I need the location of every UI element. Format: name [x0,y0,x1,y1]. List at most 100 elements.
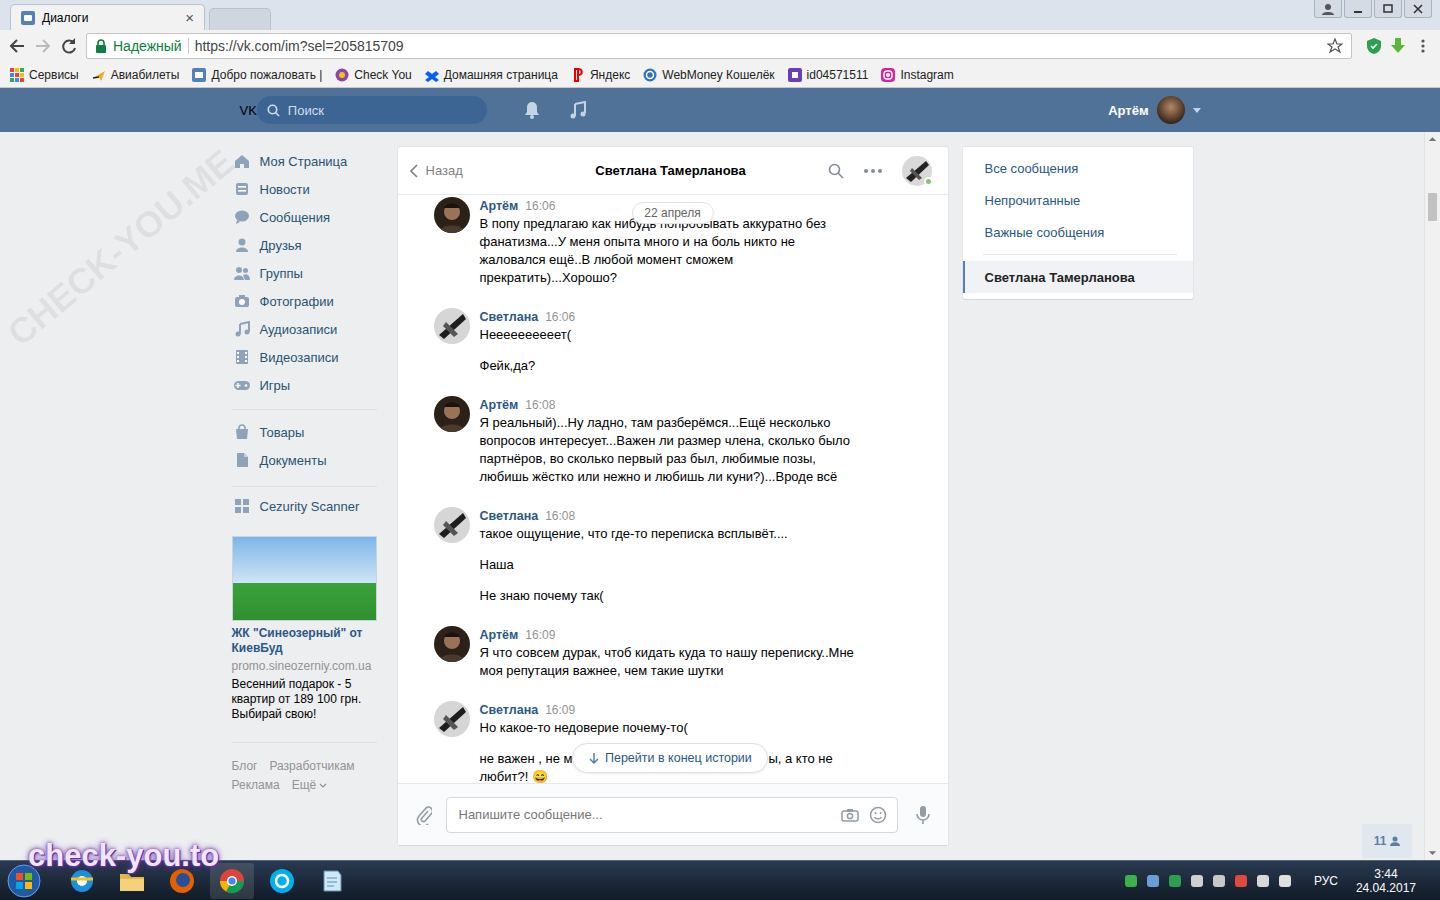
music-icon[interactable] [570,101,586,119]
address-bar[interactable]: Надежныйhttps://vk.com/im?sel=205815709 [86,33,1352,59]
message-author[interactable]: Артём [480,197,519,215]
nav-item[interactable]: Видеозаписи [232,343,382,371]
close-icon[interactable] [1404,0,1432,18]
footer-link[interactable]: Разработчикам [269,757,354,776]
star-icon[interactable] [1327,38,1343,54]
more-icon[interactable] [864,169,882,173]
tray-app-icon[interactable] [1234,874,1248,888]
bookmark[interactable]: Check You [335,68,411,82]
bookmark[interactable]: Добро пожаловать | [192,68,322,82]
user-menu[interactable]: Артём [1108,96,1200,124]
bookmark[interactable]: Яндекс [571,68,630,82]
search-icon[interactable] [828,163,844,179]
tray-app-icon[interactable] [1168,874,1182,888]
peer-avatar[interactable] [902,156,932,186]
browser-tab[interactable]: Диалоги× [10,4,205,30]
message-avatar[interactable] [434,396,470,432]
attach-icon[interactable] [416,805,432,825]
camera-icon[interactable] [841,808,859,822]
microphone-icon[interactable] [916,805,930,825]
bookmark[interactable]: Instagram [881,68,953,82]
nav-item[interactable]: Товары [232,418,382,446]
scroll-thumb[interactable] [1428,193,1437,221]
icon-shape [336,68,349,81]
reload-icon[interactable] [60,37,78,55]
nav-item[interactable]: Группы [232,259,382,287]
filter-item[interactable]: Светлана Тамерланова [963,261,1193,293]
message-avatar[interactable] [434,626,470,662]
footer-link[interactable]: Реклама [232,776,280,795]
search-box[interactable] [257,96,487,124]
vk-logo[interactable]: VK [240,103,257,118]
page-scrollbar[interactable] [1424,132,1440,860]
clock[interactable]: 3:4424.04.2017 [1356,867,1430,895]
bookmark[interactable]: id04571511 [788,68,869,82]
filter-item[interactable]: Важные сообщения [963,216,1193,248]
bookmark[interactable]: Домашняя страница [425,68,558,82]
message-author[interactable]: Светлана [480,507,539,525]
download-icon[interactable] [1390,37,1406,55]
message-avatar[interactable] [434,308,470,344]
nav-item[interactable]: Фотографии [232,287,382,315]
message-avatar[interactable] [434,197,470,233]
smile-icon[interactable] [869,806,887,824]
skype-icon[interactable] [260,863,304,899]
explorer-folder-icon[interactable] [110,863,154,899]
message-field[interactable] [446,797,898,833]
shield-icon[interactable] [1366,37,1382,55]
start-icon[interactable] [6,863,42,899]
message-avatar[interactable] [434,701,470,737]
forward-icon[interactable] [34,37,52,55]
icon-shape [444,403,460,408]
bell-icon[interactable] [524,101,540,119]
footer-link[interactable]: Блог [232,757,258,776]
maximize-icon[interactable] [1374,0,1402,18]
search-input[interactable] [286,102,477,119]
nav-item[interactable]: Игры [232,371,382,399]
bookmark[interactable]: WebMoney Кошелёк [643,68,774,82]
tray-app-icon[interactable] [1146,874,1160,888]
message-author[interactable]: Светлана [480,308,539,326]
filter-item[interactable]: Все сообщения [963,152,1193,184]
message-author[interactable]: Артём [480,396,519,414]
firefox-icon[interactable] [160,863,204,899]
profile-icon[interactable] [1314,0,1342,18]
message-author[interactable]: Артём [480,626,519,644]
chat-title[interactable]: Светлана Тамерланова [530,163,812,178]
message-input[interactable] [457,806,831,823]
footer-link[interactable]: Ещё [292,776,328,795]
ad-block[interactable]: ЖК "Синеозерный" от КиевБудpromo.sineoze… [232,536,382,722]
tab-close-button[interactable]: × [185,9,194,26]
tray-app-icon[interactable] [1190,874,1204,888]
notepad-icon[interactable] [310,863,354,899]
message-avatar[interactable] [434,507,470,543]
bookmark[interactable]: Сервисы [10,68,79,82]
message-time: 16:09 [545,701,575,719]
filter-item[interactable]: Непрочитанные [963,184,1193,216]
nav-item[interactable]: Моя Страница [232,147,382,175]
tray-app-icon[interactable] [1124,874,1138,888]
language-indicator[interactable]: РУС [1314,874,1338,888]
minimize-icon[interactable] [1344,0,1372,18]
message-author[interactable]: Светлана [480,701,539,719]
menu-icon[interactable] [1420,38,1426,54]
nav-item[interactable]: Аудиозаписи [232,315,382,343]
nav-item[interactable]: Сообщения [232,203,382,231]
nav-item[interactable]: Cezurity Scanner [232,492,382,520]
back-icon[interactable] [8,37,26,55]
jump-to-end-button[interactable]: Перейти в конец истории [572,743,768,773]
tray-app-icon[interactable] [1212,874,1226,888]
bookmark[interactable]: Авиабилеты [92,68,180,82]
nav-item[interactable]: Документы [232,446,382,474]
footer-link-label: Ещё [292,776,317,795]
browser-tab[interactable] [209,8,271,30]
back-button[interactable]: Назад [410,163,530,178]
internet-explorer-icon[interactable] [60,863,104,899]
nav-item[interactable]: Друзья [232,231,382,259]
online-friends-badge[interactable]: 11 [1362,824,1412,858]
nav-item[interactable]: Новости [232,175,382,203]
tray-app-icon[interactable] [1256,874,1270,888]
news-icon [234,181,250,197]
tray-app-icon[interactable] [1278,874,1292,888]
chrome-icon[interactable] [210,863,254,899]
